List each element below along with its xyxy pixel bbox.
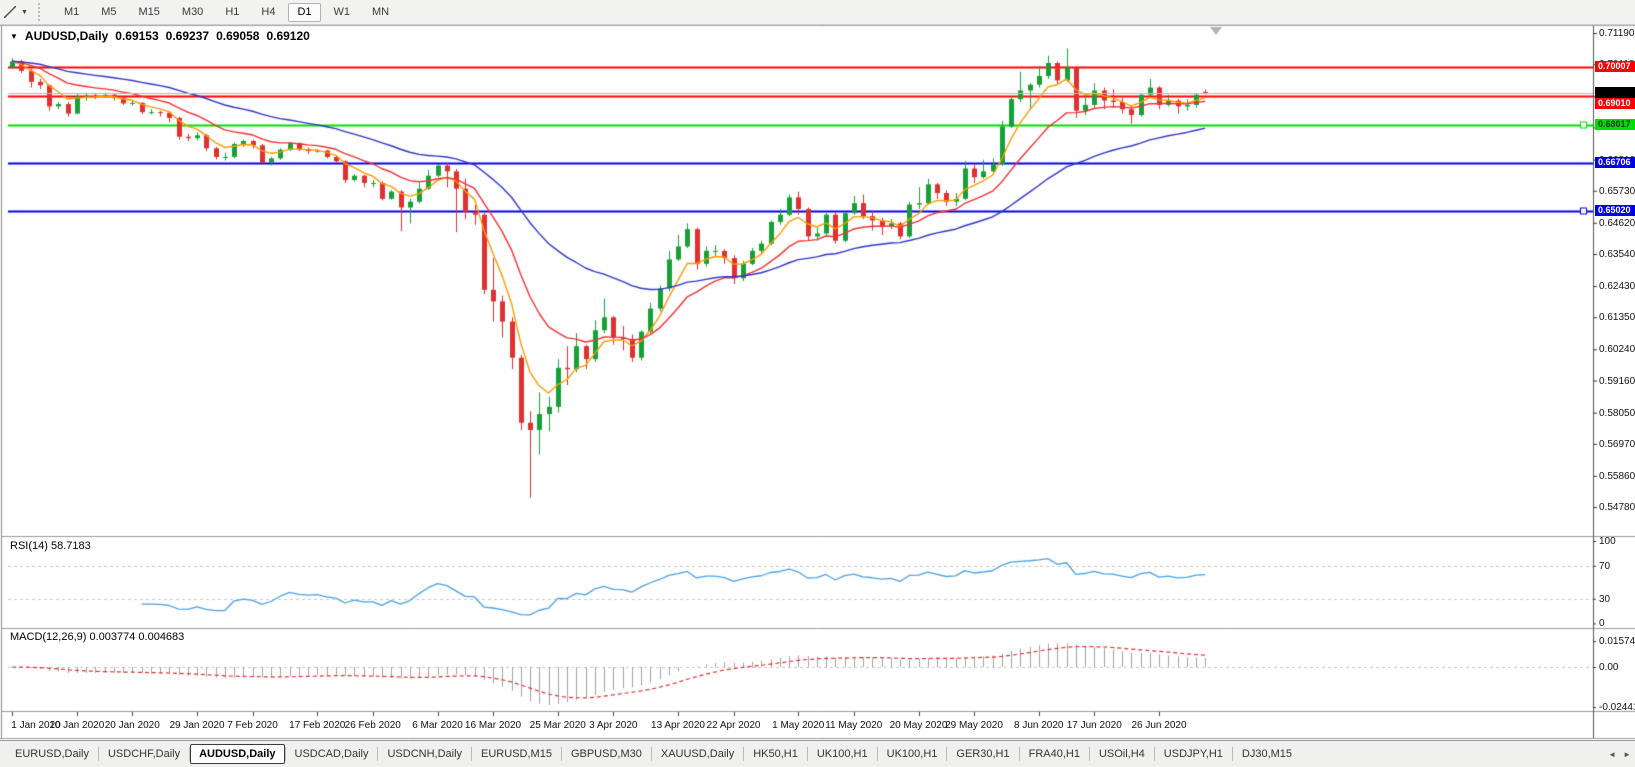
chart-tab-usdcnh-daily[interactable]: USDCNH,Daily <box>378 744 471 764</box>
ohlc-high: 0.69237 <box>165 29 210 43</box>
chart-tab-usdchf-daily[interactable]: USDCHF,Daily <box>99 744 189 764</box>
date-tick-label: 29 May 2020 <box>945 720 1003 731</box>
timeframe-button-h4[interactable]: H4 <box>252 3 284 22</box>
price-tick-label: 0.64620 <box>1599 217 1635 229</box>
price-tick-label: 0.58050 <box>1599 407 1635 419</box>
date-tick-label: 26 Feb 2020 <box>344 720 401 731</box>
tab-list: EURUSD,Daily USDCHF,Daily AUDUSD,Daily USDC… <box>6 743 1301 764</box>
price-line-box: 0.69010 <box>1595 97 1635 109</box>
price-tick-label: 0.62430 <box>1599 281 1635 293</box>
chart-tab-eurusd-daily[interactable]: EURUSD,Daily <box>6 744 98 764</box>
chart-tab-usdjpy-h1[interactable]: USDJPY,H1 <box>1155 744 1232 764</box>
tab-scroll-left-icon[interactable]: ◄ <box>1608 750 1616 759</box>
price-line-box: 0.68017 <box>1595 118 1635 130</box>
chart-tab-hk50-h1[interactable]: HK50,H1 <box>744 744 807 764</box>
toolbar-drag-handle[interactable] <box>37 3 43 21</box>
chart-tab-uk100-h1[interactable]: UK100,H1 <box>878 744 947 764</box>
price-tick-label: 0.63540 <box>1599 249 1635 260</box>
timeframe-button-d1[interactable]: D1 <box>288 2 321 22</box>
crosshair-tool-icon[interactable] <box>1 3 19 21</box>
chart-tab-dj30-m15[interactable]: DJ30,M15 <box>1233 744 1301 764</box>
price-tick-label: 0.71190 <box>1599 28 1635 39</box>
chart-tab-usdcad-daily[interactable]: USDCAD,Daily <box>286 744 378 764</box>
chart-tab-usoil-h4[interactable]: USOil,H4 <box>1090 744 1154 764</box>
price-line-box: 0.70007 <box>1595 61 1635 73</box>
date-tick-label: 17 Jun 2020 <box>1066 720 1122 731</box>
price-tick-label: 0.61350 <box>1599 312 1635 324</box>
rsi-tick-label: 30 <box>1599 593 1611 605</box>
chart-symbol: AUDUSD,Daily <box>24 29 109 43</box>
date-tick-label: 22 Apr 2020 <box>706 720 761 731</box>
date-tick-label: 26 Jun 2020 <box>1131 720 1187 731</box>
ohlc-open: 0.69153 <box>115 29 159 43</box>
chart-tab-uk100-h1[interactable]: UK100,H1 <box>808 744 877 764</box>
ohlc-close: 0.69120 <box>266 29 310 43</box>
price-tick-label: 0.56970 <box>1599 438 1635 450</box>
date-tick-label: 16 Mar 2020 <box>464 720 522 731</box>
chart-tab-fra40-h1[interactable]: FRA40,H1 <box>1020 744 1089 764</box>
rsi-tick-label: 100 <box>1599 536 1616 547</box>
timeframe-button-m1[interactable]: M1 <box>55 3 88 22</box>
timeframe-button-h1[interactable]: H1 <box>216 3 248 22</box>
rsi-tick-label: 0 <box>1599 618 1605 630</box>
rsi-tick-label: 70 <box>1599 560 1611 572</box>
dropdown-caret-icon[interactable]: ▼ <box>21 9 28 16</box>
price-tick-label: 0.60240 <box>1599 344 1635 356</box>
timeframe-button-m5[interactable]: M5 <box>92 3 125 22</box>
macd-tick-label: 0.00 <box>1599 662 1619 673</box>
chart-tab-gbpusd-m30[interactable]: GBPUSD,M30 <box>562 744 651 764</box>
chart-tab-eurusd-m15[interactable]: EURUSD,M15 <box>472 744 561 764</box>
macd-tick-label: 0.015743 <box>1599 636 1635 648</box>
timeframe-button-m15[interactable]: M15 <box>130 3 169 22</box>
tab-scroll-right-icon[interactable]: ► <box>1623 750 1631 759</box>
chart-tab-bar: EURUSD,Daily USDCHF,Daily AUDUSD,Daily USDC… <box>0 740 1635 767</box>
date-tick-label: 7 Feb 2020 <box>227 720 278 731</box>
chart-collapse-icon[interactable]: ▼ <box>10 32 18 41</box>
chart-tab-audusd-daily[interactable]: AUDUSD,Daily <box>190 743 285 764</box>
macd-tick-label: -0.024413 <box>1599 702 1635 714</box>
top-toolbar: ▼ M1 M5 M15 M30 H1 H4 D1 W1 MN <box>0 0 1635 25</box>
timeframe-button-w1[interactable]: W1 <box>325 3 360 22</box>
ohlc-low: 0.69058 <box>216 29 260 43</box>
current-price-box: 0.69120 <box>1595 86 1635 98</box>
price-line-box: 0.65020 <box>1595 205 1635 217</box>
price-line-box: 0.66706 <box>1595 156 1635 168</box>
date-tick-label: 3 Apr 2020 <box>589 720 638 731</box>
price-tick-label: 0.59160 <box>1599 375 1635 387</box>
date-tick-label: 20 Jan 2020 <box>104 720 160 731</box>
macd-label: MACD(12,26,9) 0.003774 0.004683 <box>10 631 185 643</box>
price-tick-label: 0.54780 <box>1599 502 1635 514</box>
timeframe-button-mn[interactable]: MN <box>363 3 398 22</box>
timeframe-button-group: M1 M5 M15 M30 H1 H4 D1 W1 MN <box>53 2 400 22</box>
chart-title: ▼ AUDUSD,Daily 0.69153 0.69237 0.69058 0… <box>10 29 310 43</box>
timeframe-button-m30[interactable]: M30 <box>173 3 212 22</box>
chart-tab-ger30-h1[interactable]: GER30,H1 <box>947 744 1018 764</box>
tab-scroll-arrows: ◄ ► <box>1608 741 1631 767</box>
chart-tab-xauusd-daily[interactable]: XAUUSD,Daily <box>652 744 743 764</box>
date-tick-label: 11 May 2020 <box>825 720 883 731</box>
chart-overlay: ▼ AUDUSD,Daily 0.69153 0.69237 0.69058 0… <box>0 0 1635 767</box>
price-tick-label: 0.65730 <box>1599 185 1635 197</box>
price-tick-label: 0.55860 <box>1599 470 1635 482</box>
rsi-label: RSI(14) 58.7183 <box>10 540 91 552</box>
